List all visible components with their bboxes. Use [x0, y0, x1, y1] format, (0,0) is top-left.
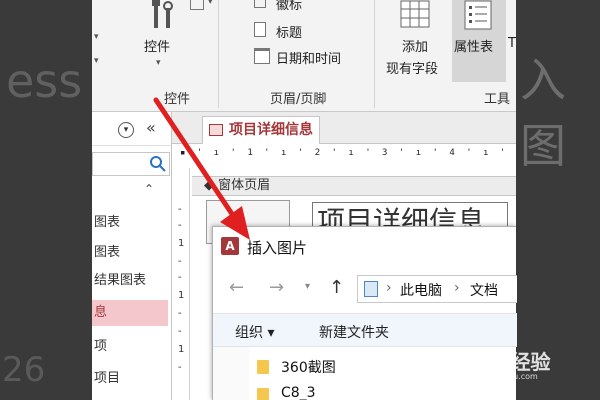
- datetime-button[interactable]: 日期和时间: [252, 46, 362, 68]
- ribbon-separator: [374, 0, 375, 108]
- nav-item[interactable]: 结果图表: [92, 268, 168, 294]
- add-fields-label-1: 添加: [402, 40, 429, 55]
- nav-item[interactable]: 项目: [92, 366, 168, 392]
- tools-icon: [152, 0, 173, 28]
- nav-header: ▾ «: [92, 112, 171, 146]
- nav-item[interactable]: 项: [92, 334, 168, 360]
- ruler-mark: 1: [178, 238, 185, 249]
- calendar-icon: [254, 48, 270, 64]
- folder-name: 360截图: [281, 360, 336, 376]
- address-bar[interactable]: › 此电脑 › 文档: [357, 275, 517, 303]
- breadcrumb-this-pc[interactable]: 此电脑: [400, 280, 442, 300]
- document-tab[interactable]: 项目详细信息: [202, 116, 320, 144]
- nav-item[interactable]: 图表: [92, 210, 168, 236]
- breadcrumb-separator: ›: [454, 280, 460, 296]
- nav-item[interactable]: 图表: [92, 240, 168, 266]
- ruler-mark: 1: [178, 290, 185, 301]
- computer-icon: [364, 281, 378, 297]
- chevron-down-icon: ▾: [156, 58, 161, 68]
- property-sheet-icon: [464, 0, 492, 30]
- folder-icon: [257, 360, 269, 374]
- chevron-down-icon[interactable]: ▾: [305, 281, 310, 292]
- document-tab-label: 项目详细信息: [229, 122, 313, 138]
- group-label-header-footer: 页眉/页脚: [270, 92, 327, 107]
- folder-name: C8_3: [281, 385, 316, 400]
- folder-item[interactable]: 360截图: [253, 355, 393, 381]
- datetime-label: 日期和时间: [276, 52, 342, 67]
- search-icon[interactable]: [149, 155, 167, 173]
- logo-label: 徽标: [276, 0, 303, 13]
- title-icon: [254, 22, 266, 37]
- insert-image-mini[interactable]: ▾: [188, 0, 218, 12]
- form-header-section[interactable]: ◆ 窗体页眉: [192, 176, 516, 196]
- ruler-mark: -: [178, 272, 182, 283]
- form-icon: [209, 124, 223, 136]
- chevron-down-icon[interactable]: ▾: [94, 56, 99, 66]
- breadcrumb-separator: ›: [386, 280, 392, 296]
- document-tab-bar: 项目详细信息: [172, 112, 516, 144]
- folder-item[interactable]: C8_3: [253, 383, 393, 400]
- ruler-mark: -: [178, 256, 182, 267]
- new-folder-button[interactable]: 新建文件夹: [319, 322, 389, 342]
- add-fields-label-2: 现有字段: [386, 62, 439, 77]
- background-left: ess 26: [0, 0, 92, 400]
- nav-search-box[interactable]: [92, 152, 170, 176]
- ruler-mark: -: [178, 362, 182, 373]
- folder-icon: [257, 388, 269, 400]
- nav-item-selected[interactable]: 息: [92, 300, 168, 326]
- back-arrow-icon[interactable]: ←: [229, 277, 244, 298]
- chevron-up-icon[interactable]: ⌃: [144, 182, 154, 196]
- logo-icon: [254, 0, 266, 8]
- dialog-nav-gutter: [213, 347, 249, 400]
- controls-button[interactable]: 控件 ▾: [134, 0, 190, 80]
- up-arrow-icon[interactable]: ↑: [329, 277, 344, 298]
- dialog-toolbar: 组织 ▾ 新建文件夹: [213, 313, 517, 347]
- image-icon: [190, 0, 204, 10]
- title-label: 标题: [276, 26, 303, 41]
- horizontal-ruler: ▪ ' ı ' 1 ' ı ' 2 ' ı ' 3 ' ı ' 4 ' ı ' …: [180, 148, 516, 158]
- fields-grid-icon: [400, 0, 430, 28]
- ribbon: ▾ ▾ 控件 ▾ ▾ 控件 徽标 标题 日期和时间 页眉/页脚 添加 现有字段 …: [92, 0, 516, 112]
- tab-order-fragment[interactable]: T: [508, 36, 516, 51]
- ruler-mark: 1: [178, 344, 185, 355]
- title-button[interactable]: 标题: [252, 20, 322, 41]
- group-label-tools: 工具: [484, 92, 511, 107]
- property-sheet-button[interactable]: 属性表: [452, 0, 506, 82]
- group-label-controls: 控件: [164, 92, 191, 107]
- baidu-watermark: Bai 经验 jingyan.baidu.com: [462, 344, 582, 384]
- ruler-mark: -: [178, 308, 182, 319]
- ruler-mark: -: [178, 204, 182, 215]
- add-existing-fields-button[interactable]: 添加 现有字段: [382, 0, 448, 80]
- ruler-mark: -: [178, 326, 182, 337]
- breadcrumb-documents[interactable]: 文档: [470, 280, 498, 300]
- navigation-pane: ▾ « ⌃ 图表 图表 结果图表 息 项 项目: [92, 112, 172, 400]
- watermark-url: jingyan.baidu.com: [464, 372, 538, 381]
- forward-arrow-icon[interactable]: →: [269, 277, 284, 298]
- dialog-title: 插入图片: [247, 239, 308, 257]
- chevron-down-icon[interactable]: ▾: [94, 32, 99, 42]
- organize-button[interactable]: 组织 ▾: [235, 322, 274, 342]
- ghost-text-right: 入图: [520, 53, 568, 173]
- access-icon: A: [221, 237, 239, 255]
- ribbon-separator: [218, 0, 219, 108]
- chevron-down-icon: ▾: [208, 0, 213, 7]
- vertical-ruler: - - 1 - - 1 - - 1 -: [176, 168, 190, 400]
- background-right: 入图: [516, 0, 600, 400]
- controls-button-label: 控件: [144, 40, 171, 55]
- collapse-pane-icon[interactable]: «: [146, 118, 156, 137]
- ghost-text-2: 26: [2, 350, 46, 390]
- nav-menu-icon[interactable]: ▾: [118, 122, 134, 138]
- watermark-brand: Bai 经验: [468, 350, 551, 374]
- ruler-mark: -: [178, 220, 182, 231]
- logo-button[interactable]: 徽标: [252, 0, 322, 14]
- ghost-text: ess: [6, 54, 83, 108]
- property-sheet-label: 属性表: [454, 40, 494, 55]
